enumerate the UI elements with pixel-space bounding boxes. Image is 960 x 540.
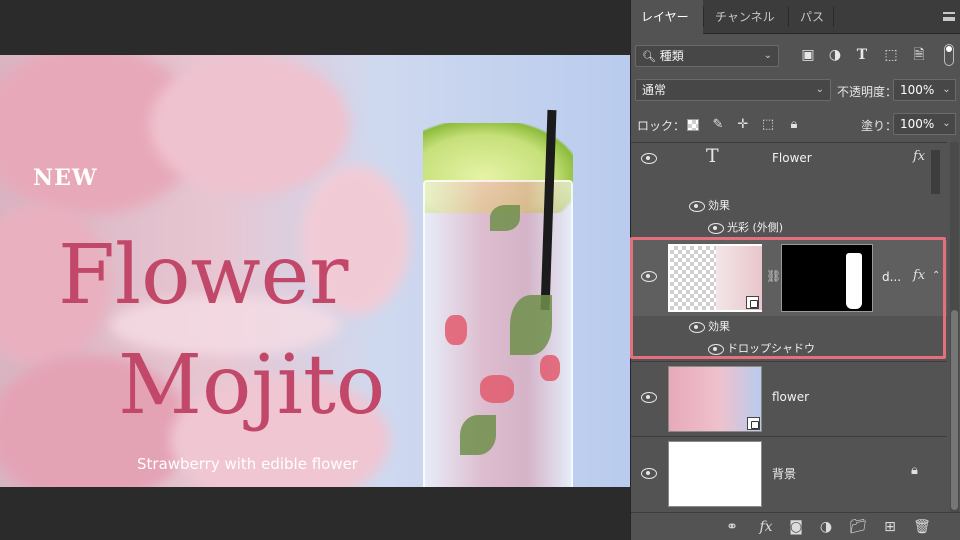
scroll-track-top	[931, 150, 940, 194]
fill-label: 塗り：	[861, 119, 898, 133]
blend-mode-select[interactable]: 通常 ⌄	[635, 79, 831, 101]
layer-name[interactable]: Flower	[772, 151, 812, 165]
panel-menu-icon[interactable]	[943, 12, 955, 21]
layer-filter-kind: 種類	[659, 49, 684, 63]
artwork-title-line1: Flower	[58, 228, 349, 323]
effects-group-label: 効果	[708, 199, 730, 212]
search-icon: 🔍︎	[642, 50, 656, 63]
delete-layer-trash-icon[interactable]: 🗑︎	[913, 518, 931, 536]
link-layers-icon[interactable]: ⚭	[723, 518, 741, 536]
tab-channels[interactable]: チャンネル	[705, 0, 785, 34]
artwork-subtitle: Strawberry with edible flower	[137, 455, 358, 473]
add-mask-icon[interactable]: ◙	[787, 518, 805, 536]
smart-object-filter-icon[interactable]: 🗎︎	[910, 46, 928, 64]
new-group-folder-icon[interactable]: 📁︎	[849, 518, 867, 536]
panel-tab-bar: レイヤー チャンネル パス	[631, 0, 960, 34]
artwork-image[interactable]: NEW Flower Mojito Strawberry with edible…	[0, 55, 630, 487]
shape-filter-icon[interactable]: ⬚	[882, 46, 900, 64]
fill-input[interactable]: 100% ⌄	[893, 113, 956, 135]
layer-thumbnail[interactable]	[668, 366, 762, 432]
layer-name[interactable]: flower	[772, 390, 809, 404]
document-canvas-area: NEW Flower Mojito Strawberry with edible…	[0, 0, 630, 540]
lock-position-icon[interactable]: ✛	[736, 118, 750, 132]
tab-divider	[703, 7, 704, 27]
strawberry-image	[480, 375, 514, 403]
layer-row-flower-text[interactable]: T Flower fx ⌃	[631, 143, 947, 187]
visibility-eye-icon[interactable]	[689, 201, 705, 212]
opacity-label: 不透明度：	[837, 85, 898, 99]
selection-highlight-frame	[630, 237, 946, 359]
layer-name[interactable]: 背景	[772, 465, 796, 482]
artwork-new-label: NEW	[33, 165, 98, 191]
lock-image-pixels-icon[interactable]: ✎	[711, 118, 725, 132]
visibility-eye-icon[interactable]	[708, 223, 724, 234]
chevron-down-icon: ⌄	[815, 84, 824, 95]
opacity-input[interactable]: 100% ⌄	[893, 79, 956, 101]
lock-artboard-icon[interactable]: ⬚	[761, 118, 775, 132]
new-adjustment-layer-icon[interactable]: ◑	[817, 518, 835, 536]
toggle-knob	[946, 46, 952, 52]
lock-transparent-pixels-icon[interactable]	[687, 119, 699, 131]
new-layer-icon[interactable]: ⊞	[881, 518, 899, 536]
layers-scrollbar[interactable]	[950, 142, 959, 512]
chevron-down-icon[interactable]: ⌄	[938, 79, 956, 101]
filter-toggle-switch[interactable]	[944, 44, 954, 66]
strawberry-image	[540, 355, 560, 381]
visibility-eye-icon[interactable]	[641, 468, 657, 479]
blend-mode-value: 通常	[642, 83, 667, 97]
layer-filter-select[interactable]: 🔍︎ 種類 ⌄	[635, 45, 779, 67]
chevron-down-icon: ⌄	[763, 50, 772, 61]
visibility-eye-icon[interactable]	[641, 392, 657, 403]
lock-label: ロック：	[637, 119, 686, 133]
strawberry-image	[445, 315, 467, 345]
scrollbar-thumb[interactable]	[951, 310, 958, 510]
tab-layers[interactable]: レイヤー	[631, 0, 703, 34]
add-layer-style-icon[interactable]: fx	[757, 518, 775, 536]
mint-leaf-image	[460, 415, 496, 455]
chevron-down-icon[interactable]: ⌄	[938, 113, 956, 135]
tab-divider	[788, 7, 789, 27]
layer-thumbnail[interactable]	[668, 441, 762, 507]
lock-icon[interactable]: 🔒︎	[911, 463, 918, 478]
layer-row-background[interactable]: 背景 🔒︎	[631, 437, 947, 513]
layer-row-flower-image[interactable]: flower	[631, 362, 947, 436]
adjustment-filter-icon[interactable]: ◑	[826, 46, 844, 64]
artwork-title-line2: Mojito	[118, 338, 386, 433]
panel-footer: ⚭ fx ◙ ◑ 📁︎ ⊞ 🗑︎	[631, 512, 960, 540]
lock-all-icon[interactable]: 🔒︎	[787, 118, 801, 132]
mint-leaf-image	[510, 295, 552, 355]
tab-divider	[833, 7, 834, 27]
tab-paths[interactable]: パス	[790, 0, 834, 34]
opacity-value: 100%	[900, 83, 935, 97]
blossom-shape	[150, 55, 350, 195]
fill-value: 100%	[900, 117, 935, 131]
mint-leaf-image	[490, 205, 520, 231]
type-filter-icon[interactable]: T	[853, 46, 871, 64]
visibility-eye-icon[interactable]	[641, 153, 657, 164]
text-layer-icon: T	[706, 145, 719, 167]
effect-outer-glow[interactable]: 光彩 (外側)	[727, 219, 783, 235]
image-filter-icon[interactable]: ▣	[799, 46, 817, 64]
layer-effects-icon[interactable]: fx	[913, 149, 925, 164]
smart-object-badge-icon	[747, 417, 760, 430]
